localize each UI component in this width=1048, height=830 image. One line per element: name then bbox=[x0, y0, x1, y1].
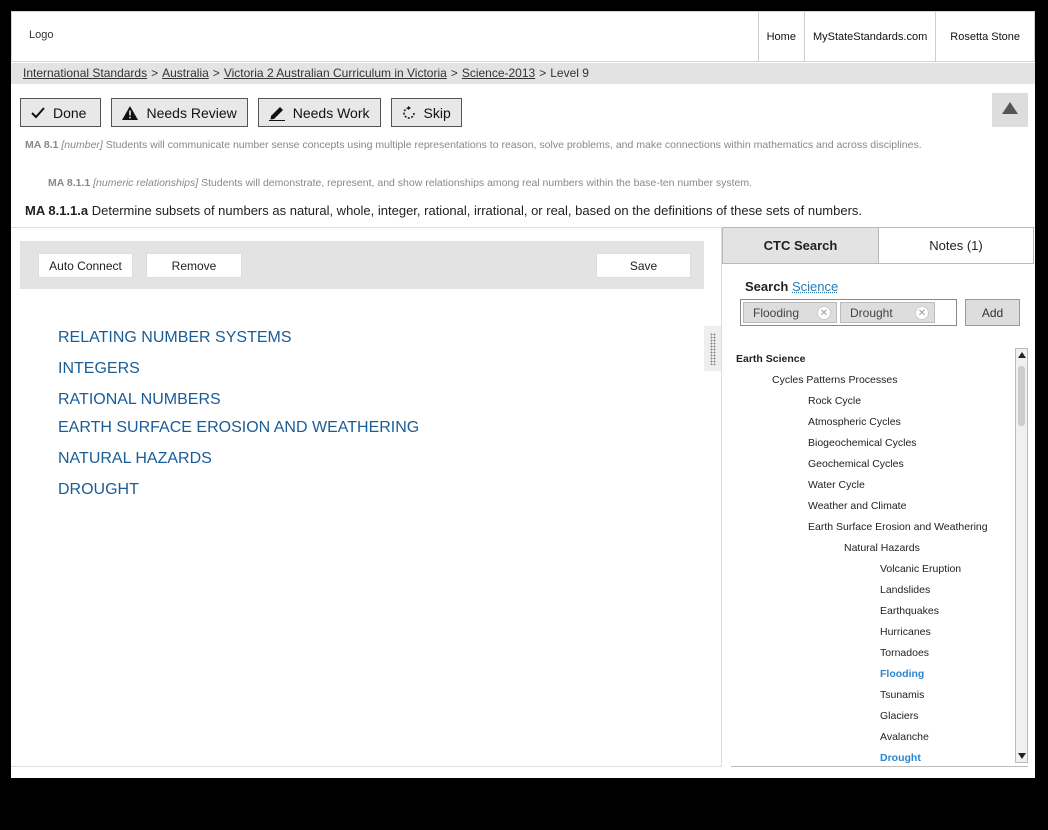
concept-item[interactable]: DROUGHT bbox=[58, 481, 139, 499]
concept-item[interactable]: RATIONAL NUMBERS bbox=[58, 391, 221, 409]
standard-level-3: MA 8.1.1.a Determine subsets of numbers … bbox=[25, 203, 862, 218]
add-button[interactable]: Add bbox=[965, 299, 1020, 326]
top-bar: Logo Home MyStateStandards.com Rosetta S… bbox=[11, 11, 1035, 62]
grip-dots bbox=[709, 332, 716, 365]
pencil-icon bbox=[268, 105, 285, 121]
search-tag-input[interactable]: Flooding ✕ Drought ✕ bbox=[740, 299, 957, 326]
tree-node[interactable]: Water Cycle bbox=[808, 479, 865, 491]
breadcrumb-link[interactable]: Victoria 2 Australian Curriculum in Vict… bbox=[224, 66, 447, 80]
standard-code: MA 8.1.1 bbox=[48, 177, 91, 189]
review-actions: Done Needs Review Needs Work Skip bbox=[20, 98, 462, 127]
tree-node[interactable]: Atmospheric Cycles bbox=[808, 416, 901, 428]
scroll-up-icon[interactable] bbox=[1018, 352, 1026, 358]
app-page: Logo Home MyStateStandards.com Rosetta S… bbox=[11, 11, 1035, 778]
top-nav: Home MyStateStandards.com Rosetta Stone bbox=[757, 12, 1034, 62]
standard-code: MA 8.1 bbox=[25, 139, 59, 151]
breadcrumb-current: Level 9 bbox=[550, 66, 589, 80]
needs-work-label: Needs Work bbox=[292, 104, 370, 121]
skip-label: Skip bbox=[423, 104, 451, 121]
check-icon bbox=[31, 106, 45, 119]
tree-node[interactable]: Volcanic Eruption bbox=[880, 563, 961, 575]
arrow-up-icon bbox=[1002, 101, 1018, 119]
scroll-thumb[interactable] bbox=[1018, 366, 1025, 426]
concept-item[interactable]: RELATING NUMBER SYSTEMS bbox=[58, 329, 292, 347]
search-label: Search bbox=[745, 279, 789, 294]
close-icon[interactable]: ✕ bbox=[817, 306, 831, 320]
breadcrumb-separator: > bbox=[212, 66, 220, 80]
tree-node[interactable]: Flooding bbox=[880, 668, 924, 680]
search-header: Search Science bbox=[745, 279, 838, 294]
breadcrumb-link[interactable]: Australia bbox=[162, 66, 209, 80]
connections-toolbar: Auto Connect Remove Save bbox=[20, 241, 704, 289]
breadcrumb-link[interactable]: Science-2013 bbox=[462, 66, 535, 80]
tree-node[interactable]: Cycles Patterns Processes bbox=[772, 374, 897, 386]
close-icon[interactable]: ✕ bbox=[915, 306, 929, 320]
concept-item[interactable]: EARTH SURFACE EROSION AND WEATHERING bbox=[58, 419, 419, 437]
breadcrumb-separator: > bbox=[450, 66, 458, 80]
tree-node[interactable]: Earthquakes bbox=[880, 605, 939, 617]
tree-node[interactable]: Rock Cycle bbox=[808, 395, 861, 407]
search-tag-label: Drought bbox=[850, 305, 893, 320]
skip-button[interactable]: Skip bbox=[390, 98, 462, 127]
tree-node[interactable]: Tsunamis bbox=[880, 689, 924, 701]
concept-item[interactable]: INTEGERS bbox=[58, 360, 140, 378]
resize-handle[interactable] bbox=[704, 326, 721, 371]
tree-node[interactable]: Drought bbox=[880, 752, 921, 763]
tree-node[interactable]: Landslides bbox=[880, 584, 930, 596]
search-tag-label: Flooding bbox=[753, 305, 800, 320]
breadcrumb: International Standards > Australia > Victor… bbox=[11, 63, 1035, 84]
tree-node[interactable]: Avalanche bbox=[880, 731, 929, 743]
logo[interactable]: Logo bbox=[29, 29, 53, 41]
search-tag: Flooding ✕ bbox=[743, 302, 837, 323]
standard-text: Students will demonstrate, represent, an… bbox=[201, 177, 753, 189]
standard-tag: [number] bbox=[61, 139, 103, 151]
search-scope-link[interactable]: Science bbox=[792, 279, 838, 294]
tree-node[interactable]: Earth Science bbox=[736, 353, 805, 365]
tab-ctc-search[interactable]: CTC Search bbox=[722, 227, 879, 264]
search-tag: Drought ✕ bbox=[840, 302, 935, 323]
needs-review-label: Needs Review bbox=[146, 104, 237, 121]
divider bbox=[731, 766, 1028, 767]
standard-tag: [numeric relationships] bbox=[93, 177, 199, 189]
tree-node[interactable]: Weather and Climate bbox=[808, 500, 906, 512]
right-tabs: CTC Search Notes (1) bbox=[722, 227, 1035, 264]
nav-home[interactable]: Home bbox=[757, 12, 804, 62]
standard-text: Students will communicate number sense c… bbox=[105, 139, 922, 151]
breadcrumb-separator: > bbox=[539, 66, 547, 80]
needs-work-button[interactable]: Needs Work bbox=[257, 98, 381, 127]
tree-node[interactable]: Tornadoes bbox=[880, 647, 929, 659]
nav-mystatestandards[interactable]: MyStateStandards.com bbox=[803, 12, 935, 62]
warning-icon bbox=[122, 105, 139, 120]
refresh-icon bbox=[402, 105, 416, 120]
breadcrumb-link[interactable]: International Standards bbox=[23, 66, 147, 80]
nav-rosetta-stone[interactable]: Rosetta Stone bbox=[935, 12, 1034, 62]
scroll-down-icon[interactable] bbox=[1018, 753, 1026, 759]
scroll-top-button[interactable] bbox=[992, 93, 1028, 127]
breadcrumb-separator: > bbox=[151, 66, 159, 80]
tree-node[interactable]: Earth Surface Erosion and Weathering bbox=[808, 521, 988, 533]
standard-text: Determine subsets of numbers as natural,… bbox=[91, 203, 863, 218]
standard-code: MA 8.1.1.a bbox=[25, 203, 89, 218]
standard-level-2: MA 8.1.1 [numeric relationships] Student… bbox=[48, 177, 752, 189]
tree-scrollbar[interactable] bbox=[1015, 348, 1028, 763]
tab-notes[interactable]: Notes (1) bbox=[878, 227, 1034, 264]
save-button[interactable]: Save bbox=[596, 253, 691, 278]
standard-level-1: MA 8.1 [number] Students will communicat… bbox=[25, 139, 945, 152]
tree-node[interactable]: Biogeochemical Cycles bbox=[808, 437, 917, 449]
concept-item[interactable]: NATURAL HAZARDS bbox=[58, 450, 212, 468]
done-label: Done bbox=[53, 104, 87, 121]
tree-node[interactable]: Hurricanes bbox=[880, 626, 931, 638]
needs-review-button[interactable]: Needs Review bbox=[111, 98, 248, 127]
taxonomy-tree: Earth Science Cycles Patterns Processes Ro… bbox=[731, 343, 1017, 763]
tree-node[interactable]: Glaciers bbox=[880, 710, 919, 722]
connections-panel: Auto Connect Remove Save RELATING NUMBER… bbox=[11, 227, 722, 767]
auto-connect-button[interactable]: Auto Connect bbox=[38, 253, 133, 278]
done-button[interactable]: Done bbox=[20, 98, 102, 127]
remove-button[interactable]: Remove bbox=[146, 253, 242, 278]
tree-node[interactable]: Natural Hazards bbox=[844, 542, 920, 554]
tree-node[interactable]: Geochemical Cycles bbox=[808, 458, 904, 470]
